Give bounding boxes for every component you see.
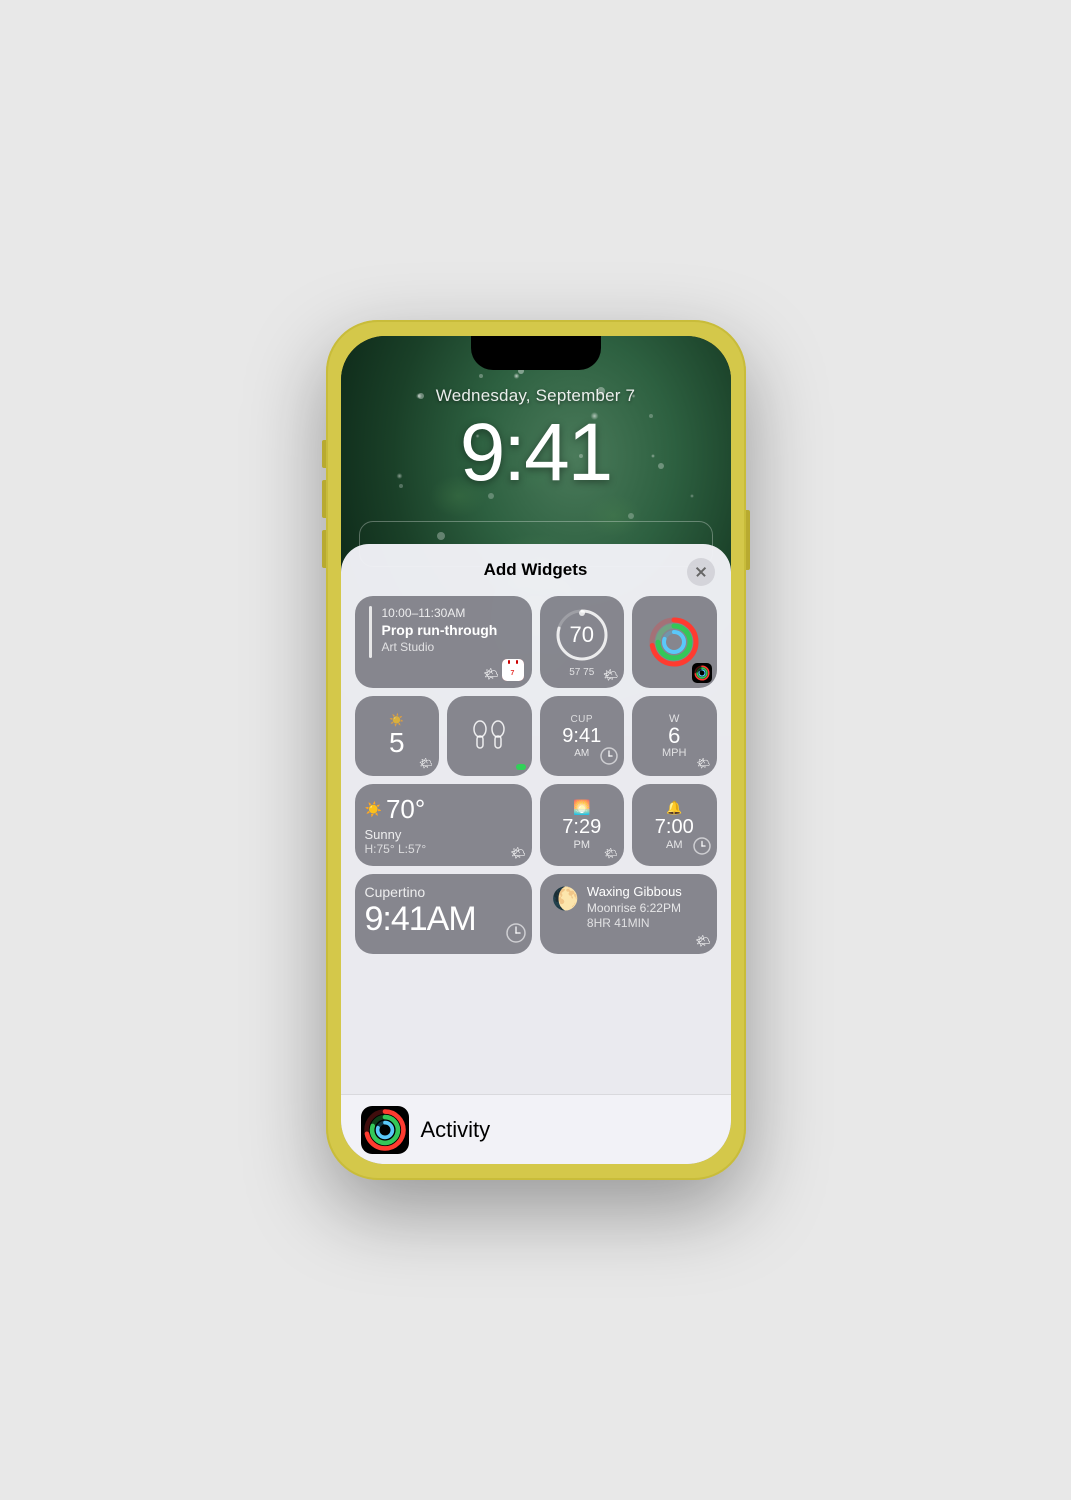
widget-moon[interactable]: 🌔 Waxing Gibbous Moonrise 6:22PM 8HR 41M…	[540, 874, 717, 954]
calendar-time-range: 10:00–11:30AM	[382, 606, 522, 620]
calendar-event-name: Prop run-through	[382, 622, 522, 639]
sheet-header: Add Widgets	[341, 544, 731, 590]
widget-cup-clock[interactable]: CUP 9:41 AM	[540, 696, 625, 776]
close-button[interactable]	[687, 558, 715, 586]
widget-sunset[interactable]: 🌅 7:29 PM 🌤	[540, 784, 625, 866]
sheet-title: Add Widgets	[484, 560, 588, 580]
widget-grid: 10:00–11:30AM Prop run-through Art Studi…	[341, 590, 731, 968]
activity-app-icon	[692, 663, 712, 683]
widget-wind[interactable]: W 6 MPH 🌤	[632, 696, 717, 776]
cup-clock-content: CUP 9:41 AM	[562, 714, 601, 759]
volume-down-button[interactable]	[322, 530, 326, 568]
airpods-content	[468, 706, 510, 766]
calendar-location: Art Studio	[382, 640, 522, 654]
phone-frame: Wednesday, September 7 9:41 Add Widgets …	[326, 320, 746, 1180]
widget-uv-index[interactable]: ☀️ 5 🌤	[355, 696, 440, 776]
alarm-content: 🔔 7:00 AM	[655, 800, 694, 851]
battery-indicator	[516, 764, 526, 770]
widget-calendar[interactable]: 10:00–11:30AM Prop run-through Art Studi…	[355, 596, 532, 688]
wind-content: W 6 MPH	[662, 713, 686, 759]
activity-footer: Activity	[341, 1094, 731, 1164]
widget-weather-wide[interactable]: ☀️ 70° Sunny H:75° L:57° 🌤	[355, 784, 532, 866]
moon-text: Waxing Gibbous Moonrise 6:22PM 8HR 41MIN	[587, 884, 682, 930]
notch	[471, 336, 601, 370]
weather-sun-icon: ☀️	[365, 801, 382, 818]
lock-time: 9:41	[341, 406, 731, 500]
weather-icon-sunset: 🌤	[604, 847, 618, 860]
weather-icon-wide: 🌤	[510, 846, 525, 860]
volume-up-button[interactable]	[322, 480, 326, 518]
widget-cupertino-clock[interactable]: Cupertino 9:41AM	[355, 874, 532, 954]
widget-activity-rings[interactable]	[632, 596, 717, 688]
activity-ring-footer	[361, 1106, 409, 1154]
lock-date: Wednesday, September 7	[341, 386, 731, 406]
temp-gauge-values: 70	[570, 624, 594, 646]
temp-gauge-circle: 70	[553, 606, 611, 664]
weather-icon-moon: 🌤	[695, 934, 710, 948]
moon-content: 🌔 Waxing Gibbous Moonrise 6:22PM 8HR 41M…	[552, 884, 705, 930]
alarm-bell-icon: 🔔	[655, 800, 694, 816]
weather-icon-wind: 🌤	[697, 757, 711, 770]
widget-alarm[interactable]: 🔔 7:00 AM	[632, 784, 717, 866]
weather-temp-line: ☀️ 70°	[365, 794, 522, 825]
weather-icon-calendar: 🌤	[483, 667, 498, 681]
calendar-info: 10:00–11:30AM Prop run-through Art Studi…	[382, 606, 522, 654]
weather-hl: H:75° L:57°	[365, 842, 522, 856]
mute-button[interactable]	[322, 440, 326, 468]
clock-icon-cupertino	[506, 923, 526, 948]
clock-icon-alarm	[693, 837, 711, 860]
phone-screen: Wednesday, September 7 9:41 Add Widgets …	[341, 336, 731, 1164]
widget-airpods[interactable]	[447, 696, 532, 776]
clock-icon-cup	[600, 747, 618, 770]
widget-temperature[interactable]: 70 57 75 🌤	[540, 596, 625, 688]
moon-icon: 🌔	[552, 886, 579, 912]
calendar-app-icon: 7	[502, 659, 524, 681]
footer-activity-label: Activity	[421, 1117, 491, 1143]
calendar-accent-bar	[369, 606, 372, 658]
add-widgets-sheet: Add Widgets 10:00–11:30AM Prop run-throu…	[341, 544, 731, 1164]
temp-gauge-range: 57 75	[569, 667, 594, 678]
sunset-icon: 🌅	[562, 799, 601, 816]
weather-icon-temp: 🌤	[603, 668, 618, 682]
uv-content: ☀️ 5	[389, 713, 405, 759]
power-button[interactable]	[746, 510, 750, 570]
weather-icon-uv: 🌤	[419, 757, 433, 770]
sunset-content: 🌅 7:29 PM	[562, 799, 601, 851]
